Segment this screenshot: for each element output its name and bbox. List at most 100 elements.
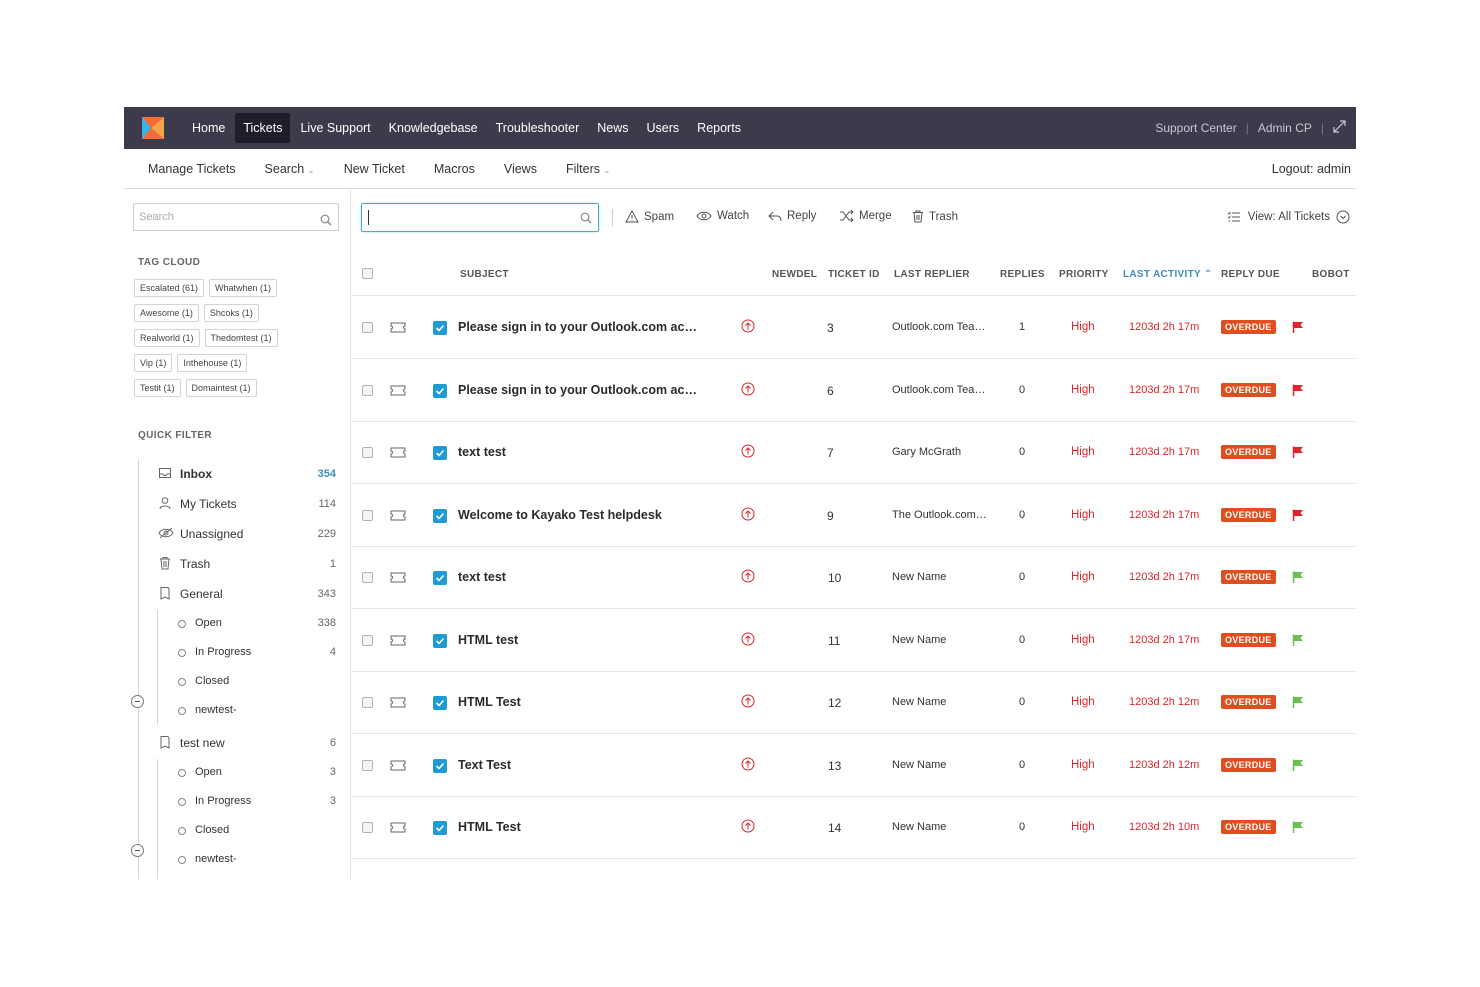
checked-icon[interactable] (433, 508, 447, 523)
tag[interactable]: Domaintest (1) (185, 379, 257, 397)
search-icon[interactable] (320, 210, 332, 236)
row-select-checkbox[interactable] (362, 697, 373, 708)
reply-button[interactable]: Reply (768, 210, 816, 222)
status-in-progress[interactable]: In Progress 3 (138, 788, 336, 816)
flag-icon[interactable] (1292, 571, 1304, 586)
trash-button[interactable]: Trash (912, 210, 958, 223)
flag-icon[interactable] (1292, 821, 1304, 836)
nav-reports[interactable]: Reports (689, 113, 749, 143)
filters-menu[interactable]: Filters ⌄ (566, 162, 611, 176)
new-ticket-link[interactable]: New Ticket (344, 162, 405, 176)
status-open[interactable]: Open 3 (138, 759, 336, 787)
row-select-checkbox[interactable] (362, 572, 373, 583)
checked-icon[interactable] (433, 758, 447, 773)
kayako-logo-icon[interactable] (142, 117, 164, 139)
col-ticket-id[interactable]: TICKET ID (828, 269, 880, 280)
checked-icon[interactable] (433, 571, 447, 585)
tag[interactable]: Escalated (61) (134, 279, 205, 297)
ticket-subject[interactable]: text test (458, 570, 506, 584)
checked-icon[interactable] (433, 446, 447, 460)
expand-icon[interactable] (1333, 120, 1346, 136)
row-select-checkbox[interactable] (362, 509, 373, 521)
flag-icon[interactable] (1292, 321, 1304, 336)
department-test-new[interactable]: test new 6 (138, 728, 336, 758)
ticket-subject[interactable]: HTML Test (458, 695, 521, 709)
status-closed[interactable]: Closed (138, 817, 336, 845)
nav-tickets[interactable]: Tickets (235, 113, 291, 143)
nav-news[interactable]: News (589, 113, 636, 143)
sidebar-search-input[interactable]: Search (133, 203, 339, 231)
table-row[interactable]: Text Test 13 New Name 0 High 1203d 2h 12m OVER… (352, 735, 1356, 797)
row-select-checkbox[interactable] (362, 384, 373, 396)
search-icon[interactable] (580, 211, 592, 229)
ticket-subject[interactable]: text test (458, 445, 506, 459)
tag[interactable]: Testit (1) (134, 379, 181, 397)
ticket-search-input[interactable] (361, 203, 599, 232)
col-subject[interactable]: SUBJECT (460, 269, 509, 280)
col-last-replier[interactable]: LAST REPLIER (894, 269, 970, 280)
checked-icon[interactable] (433, 821, 447, 835)
col-newdel[interactable]: NEWDEL (772, 269, 817, 280)
nav-troubleshooter[interactable]: Troubleshooter (488, 113, 588, 143)
macros-link[interactable]: Macros (434, 162, 475, 176)
select-all-checkbox[interactable] (362, 268, 373, 279)
ticket-subject[interactable]: Welcome to Kayako Test helpdesk (458, 508, 662, 522)
checked-icon[interactable] (433, 383, 447, 398)
logout-link[interactable]: Logout: admin (1272, 149, 1351, 189)
status-open[interactable]: Open 338 (138, 610, 336, 638)
tag[interactable]: Shcoks (1) (203, 304, 259, 322)
table-row[interactable]: HTML Test 12 New Name 0 High 1203d 2h 12m OVER… (352, 672, 1356, 734)
flag-icon[interactable] (1292, 696, 1304, 711)
checked-icon[interactable] (433, 696, 447, 710)
col-bobot[interactable]: BOBOT (1312, 269, 1350, 280)
nav-knowledgebase[interactable]: Knowledgebase (381, 113, 486, 143)
tag[interactable]: Awesome (1) (134, 304, 199, 322)
status-closed[interactable]: Closed (138, 668, 336, 696)
admin-cp-link[interactable]: Admin CP (1258, 121, 1312, 135)
filter-my-tickets[interactable]: My Tickets 114 (138, 489, 336, 519)
flag-icon[interactable] (1292, 446, 1304, 461)
search-menu[interactable]: Search ⌄ (265, 162, 315, 176)
filter-unassigned[interactable]: Unassigned 229 (138, 519, 336, 549)
table-row[interactable]: Please sign in to your Outlook.com ac… 3 O… (352, 297, 1356, 359)
tag[interactable]: Vip (1) (134, 354, 173, 372)
ticket-subject[interactable]: Please sign in to your Outlook.com ac… (458, 320, 697, 334)
views-link[interactable]: Views (504, 162, 537, 176)
col-priority[interactable]: PRIORITY (1059, 269, 1109, 280)
department-general[interactable]: General 343 (138, 579, 336, 609)
filter-trash[interactable]: Trash 1 (138, 549, 336, 579)
support-center-link[interactable]: Support Center (1155, 121, 1236, 135)
flag-icon[interactable] (1292, 634, 1304, 649)
col-last-activity[interactable]: LAST ACTIVITY ⌃ (1123, 269, 1213, 280)
table-row[interactable]: Welcome to Kayako Test helpdesk 9 The Outl… (352, 485, 1356, 547)
manage-tickets-link[interactable]: Manage Tickets (148, 162, 236, 176)
nav-home[interactable]: Home (184, 113, 233, 143)
tag[interactable]: Realworld (1) (134, 329, 200, 347)
checked-icon[interactable] (433, 321, 447, 335)
spam-button[interactable]: Spam (625, 210, 674, 223)
tag[interactable]: Inthehouse (1) (177, 354, 248, 372)
view-selector[interactable]: View: All Tickets (1227, 210, 1350, 224)
col-reply-due[interactable]: REPLY DUE (1221, 269, 1280, 280)
table-row[interactable]: HTML Test 14 New Name 0 High 1203d 2h 10m OVER… (352, 797, 1356, 859)
row-select-checkbox[interactable] (362, 322, 373, 333)
table-row[interactable]: text test 10 New Name 0 High 1203d 2h 17m OVER… (352, 547, 1356, 609)
col-replies[interactable]: REPLIES (1000, 269, 1045, 280)
tag[interactable]: Whatwhen (1) (209, 279, 278, 297)
checked-icon[interactable] (433, 633, 447, 648)
table-row[interactable]: HTML test 11 New Name 0 High 1203d 2h 17m OVER… (352, 610, 1356, 672)
flag-icon[interactable] (1292, 384, 1304, 399)
status-newtest[interactable]: newtest- (138, 697, 336, 725)
filter-inbox[interactable]: Inbox 354 (138, 459, 336, 489)
ticket-subject[interactable]: Text Test (458, 758, 511, 772)
ticket-subject[interactable]: HTML Test (458, 820, 521, 834)
merge-button[interactable]: Merge (839, 210, 892, 222)
table-row[interactable]: Please sign in to your Outlook.com ac… 6 O… (352, 360, 1356, 422)
flag-icon[interactable] (1292, 509, 1304, 524)
row-select-checkbox[interactable] (362, 822, 373, 833)
row-select-checkbox[interactable] (362, 759, 373, 771)
nav-live-support[interactable]: Live Support (292, 113, 378, 143)
ticket-subject[interactable]: HTML test (458, 633, 518, 647)
status-in-progress[interactable]: In Progress 4 (138, 639, 336, 667)
tag[interactable]: Thedomtest (1) (204, 329, 278, 347)
